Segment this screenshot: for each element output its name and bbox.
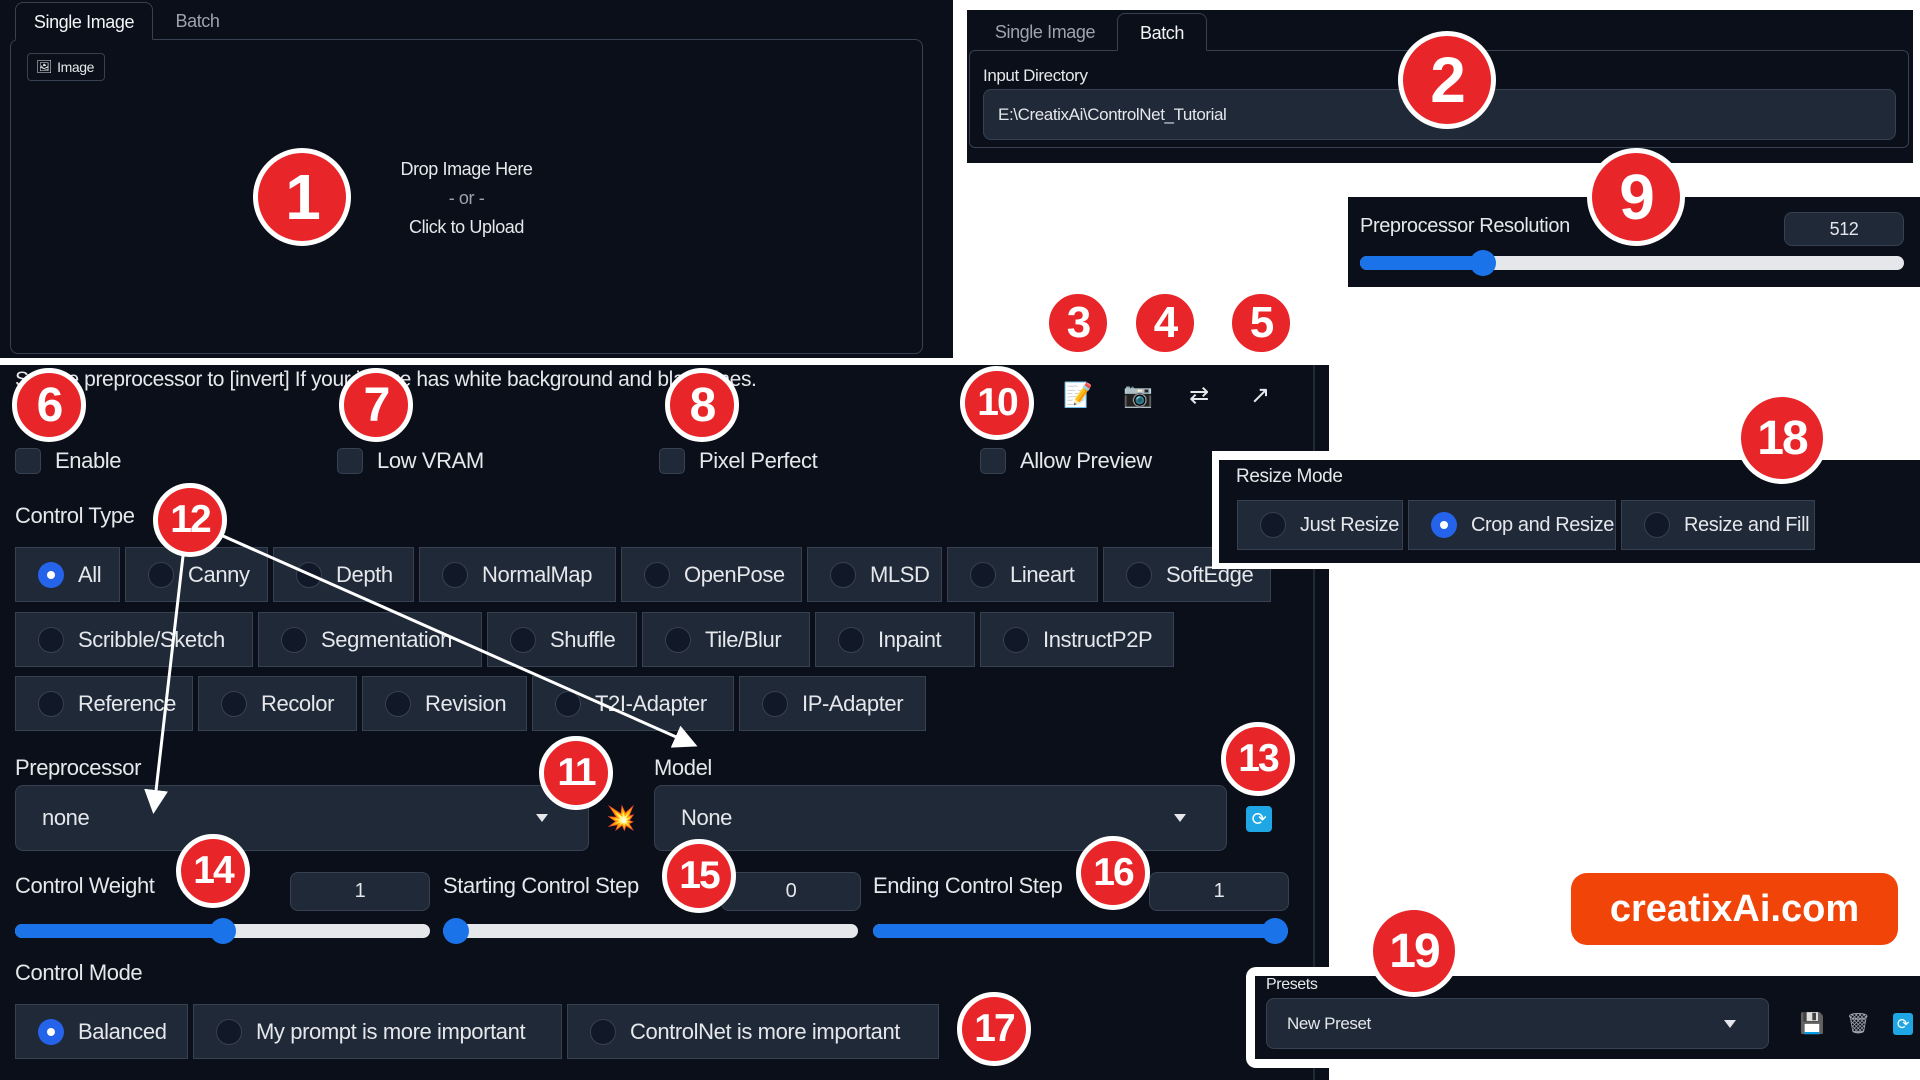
annotation-badge-14: 14 (176, 834, 250, 908)
annotation-badge-13: 13 (1221, 722, 1295, 796)
annotation-badge-19: 19 (1368, 905, 1460, 997)
annotation-badge-17: 17 (957, 992, 1031, 1066)
annotation-badge-9: 9 (1587, 148, 1685, 246)
annotation-badge-4: 4 (1131, 289, 1199, 357)
arrow-to-model (204, 526, 698, 748)
annotation-badge-3: 3 (1044, 289, 1112, 357)
annotation-badge-15: 15 (662, 839, 736, 913)
annotation-badge-1: 1 (253, 148, 351, 246)
annotation-badge-18: 18 (1736, 392, 1828, 484)
annotation-badge-7: 7 (339, 368, 413, 442)
annotation-badge-8: 8 (665, 368, 739, 442)
arrow-to-preprocessor (144, 529, 188, 814)
annotation-badge-16: 16 (1076, 836, 1150, 910)
annotation-badge-10: 10 (960, 366, 1034, 440)
annotation-badge-12: 12 (153, 483, 227, 557)
annotation-badge-6: 6 (12, 368, 86, 442)
annotation-badge-2: 2 (1398, 31, 1496, 129)
annotation-badge-11: 11 (539, 736, 613, 810)
annotation-badge-5: 5 (1227, 289, 1295, 357)
